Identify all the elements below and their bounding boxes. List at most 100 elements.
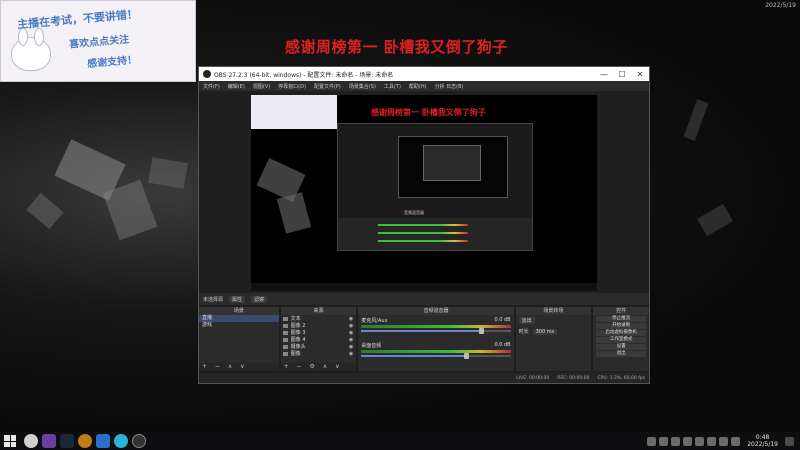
preview-taskbar: [251, 283, 597, 291]
filters-button[interactable]: 滤镜: [251, 295, 268, 303]
channel-level: 0.0 dB: [494, 342, 511, 348]
start-button-windows-icon[interactable]: [4, 435, 16, 447]
close-button[interactable]: ✕: [631, 70, 649, 79]
sources-title: 来源: [280, 307, 357, 315]
no-source-label: 未选择源: [203, 296, 224, 303]
volume-slider[interactable]: [361, 328, 511, 334]
obs-window-title: OBS 27.2.3 (64-bit, windows) - 配置文件: 未命名…: [214, 71, 394, 79]
obs-window: OBS 27.2.3 (64-bit, windows) - 配置文件: 未命名…: [198, 66, 650, 384]
obs-docks: 场景 直播 游戏 + − ∧ ∨ 来源 文本 ◉ 图像 2 ◉ 图像 3 ◉ 图像 4…: [199, 307, 649, 371]
stop-streaming-button[interactable]: 停止推流: [596, 316, 646, 322]
source-item[interactable]: 图像 2 ◉: [281, 322, 357, 329]
minimize-button[interactable]: —: [595, 70, 613, 79]
properties-button[interactable]: 属性: [229, 295, 246, 303]
cpu-fps: CPU: 1.3%, 60.00 fps: [597, 375, 646, 381]
card-line-1: 主播在考试，不要讲错！: [16, 7, 139, 32]
volume-meter: [361, 350, 511, 353]
steam-icon[interactable]: [60, 434, 74, 448]
app-icon[interactable]: [42, 434, 56, 448]
clock-time: 0:48: [755, 434, 770, 441]
clock-date: 2022/5/19: [747, 441, 778, 448]
obs-menubar: 文件(F) 编辑(E) 视图(V) 停靠窗口(D) 配置文件(P) 场景集合(S…: [199, 81, 649, 91]
obs-logo-icon: [203, 70, 211, 78]
scenes-title: 场景: [199, 307, 279, 315]
scene-item[interactable]: 游戏: [199, 322, 279, 329]
obs-titlebar[interactable]: OBS 27.2.3 (64-bit, windows) - 配置文件: 未命名…: [199, 67, 649, 81]
nested-obs-window: 音频混音器: [337, 123, 533, 251]
scene-item[interactable]: 直播: [199, 315, 279, 322]
menu-profile[interactable]: 配置文件(P): [314, 83, 341, 90]
taskbar-clock[interactable]: 0:48 2022/5/19: [747, 434, 778, 448]
eye-icon: ◉: [348, 322, 354, 329]
menu-scene-collection[interactable]: 场景集合(S): [349, 83, 376, 90]
desktop-background: 主播在考试，不要讲错！ 喜欢点点关注 感谢支持！ 感谢周榜第一 卧槽我又倒了狗子…: [0, 0, 800, 432]
tray-icon[interactable]: [695, 436, 705, 446]
preview-note-card: [251, 95, 337, 129]
controls-title: 控件: [593, 307, 649, 315]
chrome-icon[interactable]: [24, 434, 38, 448]
stream-headline: 感谢周榜第一 卧槽我又倒了狗子: [285, 38, 508, 56]
transition-select[interactable]: 淡出: [518, 317, 535, 324]
controls-dock: 控件 停止推流 开始录制 启动虚拟摄像机 工作室模式 设置 退出: [593, 307, 649, 371]
tray-icon[interactable]: [659, 436, 669, 446]
eye-icon: ◉: [348, 336, 354, 343]
source-item[interactable]: 图像 3 ◉: [281, 329, 357, 336]
app-icon[interactable]: [114, 434, 128, 448]
transitions-title: 场景转场: [515, 307, 592, 315]
scenes-toolbar[interactable]: + − ∧ ∨: [199, 363, 279, 371]
eye-icon: ◉: [348, 343, 354, 350]
source-toolbar: 未选择源 属性 滤镜: [199, 293, 649, 305]
menu-tools[interactable]: 工具(T): [384, 83, 401, 90]
source-item[interactable]: 图像 4 ◉: [281, 336, 357, 343]
notification-icon[interactable]: [785, 436, 794, 446]
exit-button[interactable]: 退出: [596, 351, 646, 357]
eye-icon: ◉: [348, 329, 354, 336]
source-item[interactable]: 摄像头 ◉: [281, 343, 357, 350]
studio-mode-button[interactable]: 工作室模式: [596, 337, 646, 343]
volume-icon[interactable]: [731, 436, 741, 446]
card-line-3: 感谢支持！: [86, 54, 138, 71]
preview-headline: 感谢周榜第一 卧槽我又倒了狗子: [371, 108, 486, 117]
nested-preview: [398, 136, 508, 198]
tray-icon[interactable]: [707, 436, 717, 446]
source-item[interactable]: 文本 ◉: [281, 315, 357, 322]
tray-icon[interactable]: [671, 436, 681, 446]
maximize-button[interactable]: ☐: [613, 70, 631, 79]
obs-preview-canvas[interactable]: 感谢周榜第一 卧槽我又倒了狗子 音频混音器: [251, 95, 597, 291]
sources-toolbar[interactable]: + − ⚙ ∧ ∨: [280, 363, 357, 371]
tray-icon[interactable]: [683, 436, 693, 446]
card-line-2: 喜欢点点关注: [68, 34, 130, 51]
duration-input[interactable]: 300 ms: [532, 328, 558, 335]
app-icon[interactable]: [78, 434, 92, 448]
channel-name: 麦克风/Aux: [361, 318, 388, 324]
virtual-camera-button[interactable]: 启动虚拟摄像机: [596, 330, 646, 336]
tray-icon[interactable]: [647, 436, 657, 446]
app-icon[interactable]: [96, 434, 110, 448]
menu-file[interactable]: 文件(F): [203, 83, 220, 90]
mixer-title: 音频混音器: [358, 307, 514, 315]
corner-date: 2022/5/19: [765, 2, 796, 9]
menu-docks[interactable]: 停靠窗口(D): [278, 83, 306, 90]
start-recording-button[interactable]: 开始录制: [596, 323, 646, 329]
source-item[interactable]: 图像 ◉: [281, 350, 357, 357]
settings-button[interactable]: 设置: [596, 344, 646, 350]
menu-analyze[interactable]: 分析 日志(B): [435, 83, 464, 90]
nested-mixer-title: 音频混音器: [404, 210, 424, 215]
transitions-dock: 场景转场 淡出 时长 300 ms: [515, 307, 592, 371]
menu-edit[interactable]: 编辑(E): [228, 83, 245, 90]
volume-meter: [361, 325, 511, 328]
overlay-note-card: 主播在考试，不要讲错！ 喜欢点点关注 感谢支持！: [0, 0, 196, 82]
menu-view[interactable]: 视图(V): [253, 83, 270, 90]
channel-level: 0.0 dB: [494, 317, 511, 323]
windows-taskbar: 0:48 2022/5/19: [0, 432, 800, 450]
menu-help[interactable]: 帮助(H): [409, 83, 427, 90]
duration-label: 时长: [518, 329, 529, 335]
network-icon[interactable]: [719, 436, 729, 446]
rec-timer: REC: 00:00:00: [557, 375, 590, 381]
system-tray: 0:48 2022/5/19: [647, 434, 800, 448]
obs-taskbar-icon[interactable]: [132, 434, 146, 448]
channel-name: 桌面音频: [361, 343, 382, 349]
mixer-channel: 麦克风/Aux 0.0 dB: [358, 315, 513, 334]
volume-slider[interactable]: [361, 353, 511, 359]
mixer-channel: 桌面音频 0.0 dB: [358, 340, 513, 359]
